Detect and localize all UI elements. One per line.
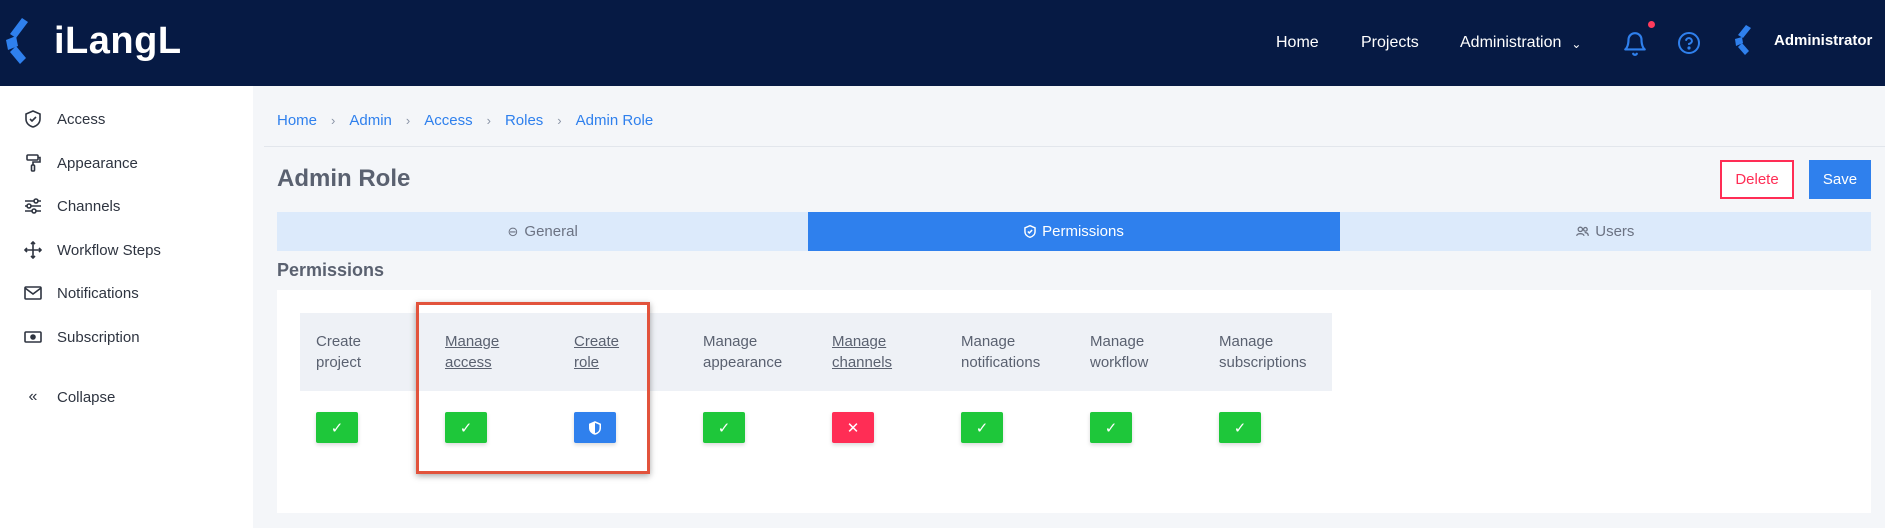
help-icon[interactable]: [1677, 31, 1701, 55]
permission-label-line: appearance: [703, 354, 783, 371]
breadcrumb-admin[interactable]: Admin: [349, 112, 392, 129]
permission-label-line: Manage: [1090, 333, 1145, 350]
permission-label-line: Manage: [703, 333, 758, 350]
permission-label-line: Manage: [445, 333, 500, 350]
sidebar-item-label: Workflow Steps: [57, 241, 161, 259]
permission-label-line: Manage: [832, 333, 887, 350]
permission-label-line: channels: [832, 354, 893, 371]
shield-half-icon: [589, 420, 601, 435]
chevron-right-icon: ›: [331, 113, 336, 128]
permission-label: Manage subscriptions: [1219, 331, 1307, 373]
shield-check-icon: [1024, 225, 1036, 238]
chevron-down-icon: ⌄: [1571, 37, 1582, 51]
sidebar-collapse-label: Collapse: [57, 388, 116, 406]
sidebar: Access Appearance Channels Workflow Step…: [0, 86, 253, 528]
permission-label-link[interactable]: Create role: [574, 331, 619, 373]
permission-label-line: role: [574, 354, 600, 371]
double-chevron-left-icon: «: [28, 388, 38, 405]
sidebar-item-label: Appearance: [57, 154, 138, 172]
sidebar-item-label: Subscription: [57, 328, 140, 346]
nav-home[interactable]: Home: [1276, 0, 1319, 86]
card-icon: [22, 327, 44, 347]
permission-label: Create project: [316, 331, 361, 373]
permission-label-line: project: [316, 354, 362, 371]
sidebar-item-label: Channels: [57, 197, 121, 215]
permission-label-line: notifications: [961, 354, 1041, 371]
page-title: Admin Role: [277, 165, 411, 192]
breadcrumb-roles[interactable]: Roles: [505, 112, 543, 129]
chevron-right-icon: ›: [486, 113, 491, 128]
permission-label-line: access: [445, 354, 492, 371]
sidebar-item-channels[interactable]: Channels: [22, 194, 120, 218]
permission-label: Manage workflow: [1090, 331, 1148, 373]
tab-permissions[interactable]: Permissions: [808, 212, 1340, 251]
permission-toggle[interactable]: ✓: [316, 412, 358, 443]
breadcrumb: Home › Admin › Access › Roles › Admin Ro…: [277, 112, 653, 129]
permission-toggle[interactable]: ✓: [445, 412, 487, 443]
breadcrumb-admin-role[interactable]: Admin Role: [576, 112, 654, 129]
logo-mark-icon: [6, 18, 28, 64]
permission-label-line: workflow: [1090, 354, 1149, 371]
minus-circle-icon: ⊖: [507, 223, 519, 239]
logo-text: iLangL: [54, 19, 182, 62]
app-logo[interactable]: iLangL: [4, 12, 182, 70]
permission-label-line: Create: [574, 333, 620, 350]
sidebar-item-subscription[interactable]: Subscription: [22, 325, 140, 349]
permission-toggle[interactable]: ✕: [832, 412, 874, 443]
permission-label-line: Manage: [1219, 333, 1274, 350]
sidebar-item-appearance[interactable]: Appearance: [22, 151, 138, 175]
permission-toggle-shield[interactable]: [574, 412, 616, 443]
permission-toggle[interactable]: ✓: [961, 412, 1003, 443]
header-divider: [264, 146, 1885, 147]
sidebar-item-access[interactable]: Access: [22, 107, 105, 131]
breadcrumb-home[interactable]: Home: [277, 112, 317, 129]
chevron-right-icon: ›: [405, 113, 411, 128]
nav-projects-label: Projects: [1361, 34, 1419, 51]
sidebar-item-label: Access: [57, 110, 106, 128]
nav-home-label: Home: [1276, 34, 1319, 51]
permission-toggle[interactable]: ✓: [1090, 412, 1132, 443]
permission-toggle[interactable]: ✓: [703, 412, 745, 443]
sidebar-item-notifications[interactable]: Notifications: [22, 281, 139, 305]
notification-dot: [1648, 21, 1655, 28]
permission-label-line: subscriptions: [1219, 354, 1307, 371]
sidebar-item-label: Notifications: [57, 284, 139, 302]
chevron-right-icon: ›: [557, 113, 562, 128]
sidebar-item-workflow-steps[interactable]: Workflow Steps: [22, 238, 161, 262]
permission-label-line: Create: [316, 333, 362, 350]
shield-icon: [22, 109, 44, 129]
save-button[interactable]: Save: [1809, 160, 1871, 199]
tab-users-label: Users: [1595, 223, 1635, 240]
paint-roller-icon: [22, 153, 44, 173]
permission-label: Manage notifications: [961, 331, 1040, 373]
permission-label-line: Manage: [961, 333, 1016, 350]
permission-toggle[interactable]: ✓: [1219, 412, 1261, 443]
nav-projects[interactable]: Projects: [1361, 0, 1419, 86]
sidebar-collapse[interactable]: « Collapse: [22, 385, 116, 409]
permission-label-link[interactable]: Manage channels: [832, 331, 892, 373]
nav-administration-label: Administration: [1460, 34, 1562, 51]
tab-users[interactable]: Users: [1339, 212, 1871, 251]
workflow-icon: [22, 240, 44, 260]
top-navbar: iLangL Home Projects Administration ⌄ Ad…: [0, 0, 1885, 86]
bell-icon[interactable]: [1622, 31, 1648, 57]
permission-label: Manage appearance: [703, 331, 782, 373]
permissions-section-title: Permissions: [277, 260, 385, 280]
tab-general-label: General: [524, 223, 578, 240]
permission-label-link[interactable]: Manage access: [445, 331, 499, 373]
tab-general[interactable]: ⊖ General: [277, 212, 809, 251]
user-name[interactable]: Administrator: [1774, 0, 1872, 80]
mail-icon: [22, 283, 44, 303]
nav-administration[interactable]: Administration ⌄: [1460, 0, 1581, 86]
users-icon: [1576, 226, 1590, 237]
tab-permissions-label: Permissions: [1042, 223, 1124, 240]
user-avatar-icon[interactable]: [1734, 24, 1762, 56]
delete-button[interactable]: Delete: [1720, 160, 1794, 199]
breadcrumb-access[interactable]: Access: [424, 112, 472, 129]
permissions-table: Create project ✓ Manage access ✓ Create rol…: [300, 313, 1332, 476]
sliders-icon: [22, 196, 44, 216]
role-tabs: ⊖ General Permissions Users: [277, 212, 1871, 251]
